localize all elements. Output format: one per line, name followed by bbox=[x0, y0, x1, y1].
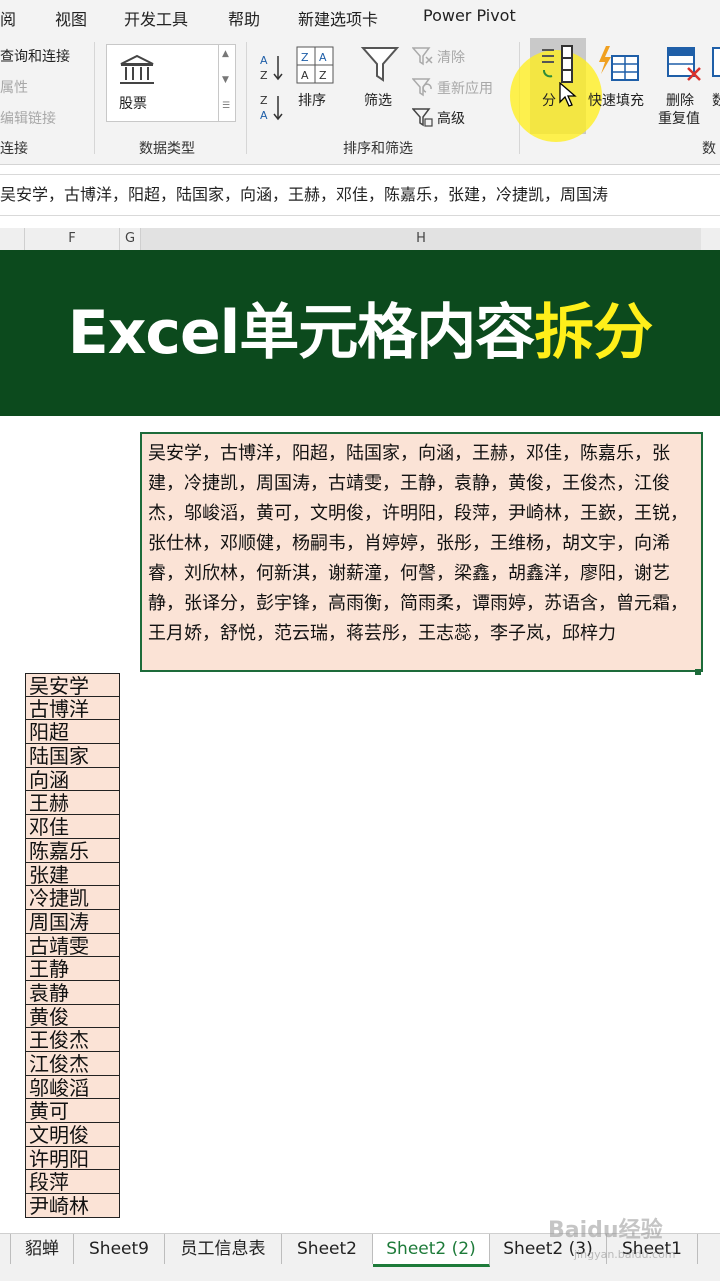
tab-view[interactable]: 视图 bbox=[55, 6, 87, 30]
list-item[interactable]: 袁静 bbox=[25, 980, 120, 1005]
list-item[interactable]: 尹崎林 bbox=[25, 1194, 120, 1218]
sheet-tab[interactable]: Sheet9 bbox=[74, 1234, 165, 1264]
svg-text:A: A bbox=[260, 54, 268, 67]
svg-text:A: A bbox=[301, 69, 309, 82]
tab-help[interactable]: 帮助 bbox=[228, 6, 260, 30]
flash-fill-button[interactable]: 快速填充 bbox=[588, 90, 644, 110]
sort-button[interactable]: 排序 bbox=[298, 90, 326, 110]
tab-developer[interactable]: 开发工具 bbox=[124, 6, 188, 30]
list-item[interactable]: 邓佳 bbox=[25, 815, 120, 839]
svg-text:A: A bbox=[260, 109, 268, 122]
clear-filter-icon[interactable] bbox=[412, 46, 434, 66]
watermark: Baidu经验 bbox=[548, 1218, 663, 1243]
stock-data-type-button[interactable]: 股票 bbox=[106, 44, 220, 122]
mouse-pointer-icon bbox=[559, 82, 577, 107]
data-validation-button[interactable]: 数 bbox=[712, 90, 720, 110]
tab-power-pivot[interactable]: Power Pivot bbox=[423, 6, 516, 25]
sort-az-icon[interactable]: A Z bbox=[258, 52, 286, 82]
remove-duplicates-icon[interactable] bbox=[664, 44, 704, 84]
stock-label: 股票 bbox=[119, 96, 147, 112]
ribbon-divider bbox=[246, 42, 247, 154]
advanced-button[interactable]: 高级 bbox=[437, 108, 465, 128]
list-item[interactable]: 许明阳 bbox=[25, 1146, 120, 1171]
split-names-column: 吴安学 古博洋 阳超 陆国家 向涵 王赫 邓佳 陈嘉乐 张建 冷捷凯 周国涛 古靖雯 王静 袁静 黄俊 王俊杰… bbox=[25, 673, 120, 1233]
data-types-group-label: 数据类型 bbox=[139, 141, 195, 157]
list-item[interactable]: 王俊杰 bbox=[25, 1028, 120, 1052]
connections-group-label: 连接 bbox=[0, 141, 28, 157]
sort-filter-group-label: 排序和筛选 bbox=[343, 141, 413, 157]
more-icon[interactable]: ☰ bbox=[222, 101, 230, 111]
list-item[interactable]: 陈嘉乐 bbox=[25, 838, 120, 863]
list-item[interactable]: 陆国家 bbox=[25, 744, 120, 768]
list-item[interactable]: 段萍 bbox=[25, 1170, 120, 1195]
column-header-f[interactable]: F bbox=[25, 228, 120, 250]
sort-dialog-icon[interactable]: Z A A Z bbox=[296, 46, 334, 84]
column-header-left[interactable] bbox=[0, 228, 25, 250]
list-item[interactable]: 向涵 bbox=[25, 767, 120, 792]
fill-handle[interactable] bbox=[695, 669, 701, 675]
list-item[interactable]: 张建 bbox=[25, 862, 120, 887]
list-item[interactable]: 周国涛 bbox=[25, 909, 120, 934]
remove-duplicates-label-line2[interactable]: 重复值 bbox=[658, 108, 700, 128]
chevron-up-icon[interactable]: ▲ bbox=[222, 49, 229, 59]
sheet-tab-scroll[interactable] bbox=[0, 1234, 11, 1264]
clear-button[interactable]: 清除 bbox=[437, 47, 465, 67]
filter-icon[interactable] bbox=[360, 44, 400, 84]
list-item[interactable]: 冷捷凯 bbox=[25, 886, 120, 910]
title-banner: Excel单元格内容拆分 bbox=[0, 250, 720, 416]
list-item[interactable]: 吴安学 bbox=[25, 673, 120, 697]
list-item[interactable]: 黄俊 bbox=[25, 1004, 120, 1029]
column-header-g[interactable]: G bbox=[120, 228, 141, 250]
list-item[interactable]: 邬峻滔 bbox=[25, 1075, 120, 1100]
sheet-tab[interactable]: 貂蝉 bbox=[11, 1234, 74, 1264]
list-item[interactable]: 古靖雯 bbox=[25, 933, 120, 958]
advanced-filter-icon[interactable] bbox=[412, 107, 434, 127]
selected-merged-cell[interactable]: 吴安学，古博洋，阳超，陆国家，向涵，王赫，邓佳，陈嘉乐，张建，冷捷凯，周国涛，古… bbox=[140, 432, 703, 672]
column-header-h[interactable]: H bbox=[141, 228, 701, 250]
edit-links-button[interactable]: 编辑链接 bbox=[0, 108, 56, 128]
sheet-tab-active[interactable]: Sheet2 (2) bbox=[373, 1234, 490, 1267]
reapply-icon[interactable] bbox=[412, 77, 434, 97]
svg-text:Z: Z bbox=[301, 51, 309, 64]
sheet-tab[interactable]: Sheet2 bbox=[282, 1234, 373, 1264]
data-validation-icon[interactable] bbox=[712, 44, 720, 84]
banner-title-highlight: 拆分 bbox=[534, 298, 653, 368]
queries-connections-button[interactable]: 查询和连接 bbox=[0, 46, 70, 66]
chevron-down-icon[interactable]: ▼ bbox=[222, 75, 229, 85]
menu-bar: 阅 视图 开发工具 帮助 新建选项卡 Power Pivot bbox=[0, 0, 720, 34]
text-to-columns-button[interactable]: 分 bbox=[542, 90, 556, 110]
flash-fill-icon[interactable] bbox=[596, 44, 640, 84]
remove-duplicates-label-line1[interactable]: 删除 bbox=[666, 90, 694, 110]
ribbon-divider bbox=[94, 42, 95, 154]
banner-title-main: Excel单元格内容 bbox=[67, 298, 536, 368]
formula-bar[interactable]: 吴安学，古博洋，阳超，陆国家，向涵，王赫，邓佳，陈嘉乐，张建，冷捷凯，周国涛 bbox=[0, 174, 720, 216]
tab-new-tab[interactable]: 新建选项卡 bbox=[298, 6, 378, 30]
svg-text:Z: Z bbox=[319, 69, 327, 82]
list-item[interactable]: 黄可 bbox=[25, 1099, 120, 1124]
list-item[interactable]: 文明俊 bbox=[25, 1123, 120, 1147]
list-item[interactable]: 王赫 bbox=[25, 791, 120, 816]
tab-review[interactable]: 阅 bbox=[0, 6, 16, 30]
sheet-tab[interactable]: 员工信息表 bbox=[165, 1234, 282, 1264]
data-type-gallery-scroll[interactable]: ▲ ▼ ☰ bbox=[218, 44, 236, 122]
properties-button[interactable]: 属性 bbox=[0, 77, 28, 97]
reapply-button[interactable]: 重新应用 bbox=[437, 78, 493, 98]
watermark-url: jingyan.baidu.com bbox=[574, 1248, 676, 1261]
sort-za-icon[interactable]: Z A bbox=[258, 92, 286, 122]
svg-text:Z: Z bbox=[260, 69, 268, 82]
data-tools-group-label: 数 bbox=[702, 141, 716, 157]
svg-text:Z: Z bbox=[260, 94, 268, 107]
formula-bar-content[interactable]: 吴安学，古博洋，阳超，陆国家，向涵，王赫，邓佳，陈嘉乐，张建，冷捷凯，周国涛 bbox=[0, 185, 608, 204]
list-item[interactable]: 阳超 bbox=[25, 720, 120, 745]
banner-title: Excel单元格内容拆分 bbox=[0, 250, 720, 416]
filter-button[interactable]: 筛选 bbox=[364, 90, 392, 110]
svg-text:A: A bbox=[319, 51, 327, 64]
column-headers: F G H bbox=[0, 228, 720, 251]
bank-icon bbox=[120, 54, 154, 84]
list-item[interactable]: 江俊杰 bbox=[25, 1052, 120, 1076]
ribbon: 查询和连接 属性 编辑链接 连接 股票 ▲ ▼ ☰ 数据类型 A Z Z A Z… bbox=[0, 34, 720, 165]
list-item[interactable]: 古博洋 bbox=[25, 696, 120, 721]
list-item[interactable]: 王静 bbox=[25, 957, 120, 981]
